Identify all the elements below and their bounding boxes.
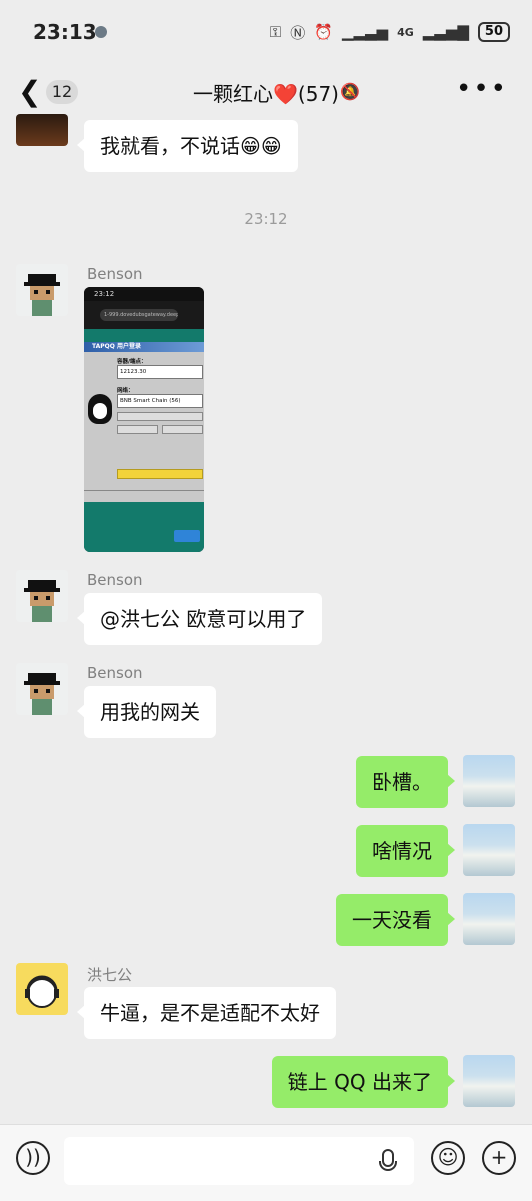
avatar[interactable] bbox=[16, 114, 68, 146]
avatar[interactable] bbox=[16, 264, 68, 316]
message-input[interactable] bbox=[64, 1137, 414, 1185]
voice-toggle-icon[interactable]: )) bbox=[16, 1141, 50, 1175]
screenshot-label: 容器/端点： bbox=[117, 359, 147, 365]
signal-icon: ▁▂▃▅ bbox=[341, 23, 389, 41]
pixel-avatar-icon bbox=[24, 673, 60, 715]
chat-header: ❮ 12 一颗红心❤️(57) 🔕 ••• bbox=[0, 66, 532, 122]
notification-icon bbox=[95, 26, 107, 38]
avatar[interactable] bbox=[16, 663, 68, 715]
message-bubble[interactable]: 链上 QQ 出来了 bbox=[271, 1056, 456, 1108]
message-timestamp: 23:12 bbox=[244, 210, 288, 228]
alarm-icon: ⏰ bbox=[314, 23, 333, 41]
screenshot-url: 1-999.dovedubsgateway.deepstore bbox=[100, 309, 178, 321]
screenshot-label: 网络： bbox=[117, 388, 134, 394]
mute-bell-icon: 🔕 bbox=[340, 82, 360, 101]
screenshot-field: BNB Smart Chain (56) bbox=[117, 394, 203, 408]
chat-title: 一颗红心❤️(57) bbox=[193, 82, 339, 106]
screenshot-status-bar: 23:12 bbox=[84, 287, 204, 301]
message-bubble[interactable]: 一天没看 bbox=[336, 894, 455, 946]
screenshot-url-bar: 1-999.dovedubsgateway.deepstore bbox=[84, 301, 204, 329]
sender-name: Benson bbox=[87, 265, 143, 283]
message-bubble[interactable]: 我就看，不说话😁😁 bbox=[77, 120, 298, 172]
message-bubble[interactable]: 牛逼，是不是适配不太好 bbox=[77, 987, 336, 1039]
image-message[interactable]: 23:12 1-999.dovedubsgateway.deepstore TA… bbox=[84, 287, 204, 552]
message-bubble[interactable]: 用我的网关 bbox=[77, 686, 216, 738]
emoji-icon[interactable]: ☺ bbox=[431, 1141, 465, 1175]
pixel-avatar-icon bbox=[24, 274, 60, 316]
penguin-icon bbox=[88, 394, 112, 424]
headphones-avatar-icon bbox=[25, 975, 59, 1008]
status-time: 23:13 bbox=[33, 20, 97, 44]
message-bubble[interactable]: 卧槽。 bbox=[356, 756, 455, 808]
avatar[interactable] bbox=[463, 824, 515, 876]
message-bubble[interactable]: 啥情况 bbox=[356, 825, 455, 877]
avatar[interactable] bbox=[16, 570, 68, 622]
pixel-avatar-icon bbox=[24, 580, 60, 622]
divider bbox=[84, 490, 204, 491]
screenshot-login-button bbox=[117, 469, 203, 479]
plus-icon[interactable]: + bbox=[482, 1141, 516, 1175]
avatar[interactable] bbox=[463, 755, 515, 807]
avatar[interactable] bbox=[463, 1055, 515, 1107]
screenshot-button bbox=[117, 412, 203, 421]
sender-name: Benson bbox=[87, 664, 143, 682]
battery-indicator: 50 bbox=[477, 22, 510, 42]
status-icons: ⚿ Ⓝ ⏰ ▁▂▃▅ 4G ▂▃▅▇ 50 bbox=[270, 20, 510, 44]
signal-icon-2: ▂▃▅▇ bbox=[422, 23, 469, 41]
sender-name: Benson bbox=[87, 571, 143, 589]
sender-name: 洪七公 bbox=[87, 966, 133, 984]
screenshot-title: TAPQQ 用户登录 bbox=[84, 342, 204, 352]
avatar[interactable] bbox=[463, 893, 515, 945]
more-options-icon[interactable]: ••• bbox=[456, 74, 508, 104]
screenshot-login-panel: TAPQQ 用户登录 容器/端点： 12123.30 网络： BNB Smart… bbox=[84, 342, 204, 502]
screenshot-button bbox=[162, 425, 203, 434]
screenshot-blue-button bbox=[174, 530, 200, 542]
screenshot-field: 12123.30 bbox=[117, 365, 203, 379]
network-type: 4G bbox=[397, 25, 414, 39]
message-bubble[interactable]: @洪七公 欧意可以用了 bbox=[76, 593, 323, 645]
screenshot-button bbox=[117, 425, 158, 434]
key-icon: ⚿ bbox=[269, 23, 282, 41]
status-bar: 23:13 ⚿ Ⓝ ⏰ ▁▂▃▅ 4G ▂▃▅▇ 50 bbox=[0, 0, 532, 66]
nfc-icon: Ⓝ bbox=[290, 23, 306, 42]
avatar[interactable] bbox=[16, 963, 68, 1015]
input-bar: )) ☺ + bbox=[0, 1124, 532, 1201]
